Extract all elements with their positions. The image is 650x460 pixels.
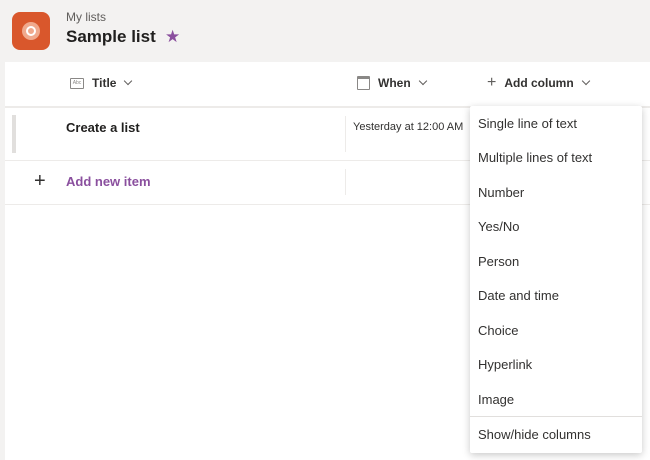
- chevron-down-icon: [124, 76, 133, 86]
- menu-item-yes-no[interactable]: Yes/No: [470, 211, 642, 243]
- plus-icon: +: [487, 74, 497, 91]
- row-title-cell[interactable]: Create a list: [66, 120, 140, 135]
- lists-app-icon[interactable]: [12, 12, 50, 50]
- breadcrumb[interactable]: My lists: [66, 10, 106, 24]
- add-column-button[interactable]: + Add column: [487, 74, 590, 91]
- row-select-handle[interactable]: [12, 115, 16, 153]
- list-header: My lists Sample list ★: [0, 0, 650, 62]
- row-when-cell[interactable]: Yesterday at 12:00 AM: [353, 120, 468, 134]
- menu-item-single-line-text[interactable]: Single line of text: [470, 108, 642, 140]
- menu-item-image[interactable]: Image: [470, 384, 642, 416]
- menu-item-show-hide-columns[interactable]: Show/hide columns: [470, 419, 642, 451]
- add-column-label: Add column: [504, 76, 574, 90]
- add-column-menu: Single line of text Multiple lines of te…: [470, 106, 642, 453]
- column-when-label: When: [378, 76, 411, 90]
- menu-item-number[interactable]: Number: [470, 177, 642, 209]
- column-title-label: Title: [92, 76, 117, 90]
- menu-item-date-and-time[interactable]: Date and time: [470, 280, 642, 312]
- app-logo-ring: [22, 22, 40, 40]
- column-header-row: Abc Title When + Add column: [5, 62, 650, 108]
- chevron-down-icon: [581, 76, 590, 86]
- menu-divider: [470, 416, 642, 417]
- menu-item-multiple-lines-text[interactable]: Multiple lines of text: [470, 142, 642, 174]
- column-header-title[interactable]: Abc Title: [70, 76, 133, 90]
- plus-icon: +: [34, 170, 46, 192]
- cell-divider: [345, 116, 346, 152]
- menu-item-hyperlink[interactable]: Hyperlink: [470, 349, 642, 381]
- page-title[interactable]: Sample list: [66, 27, 156, 47]
- cell-divider: [345, 169, 346, 195]
- chevron-down-icon: [418, 76, 427, 86]
- column-header-when[interactable]: When: [357, 76, 427, 90]
- star-icon[interactable]: ★: [165, 27, 180, 47]
- menu-item-person[interactable]: Person: [470, 246, 642, 278]
- add-new-item-button[interactable]: Add new item: [66, 174, 151, 189]
- menu-item-choice[interactable]: Choice: [470, 315, 642, 347]
- text-field-icon: Abc: [70, 77, 84, 89]
- calendar-icon: [357, 76, 370, 90]
